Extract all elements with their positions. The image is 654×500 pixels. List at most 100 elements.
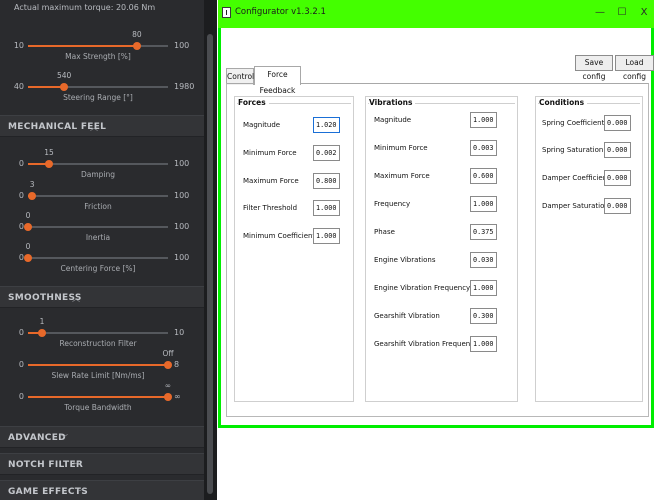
slider-track[interactable] xyxy=(24,254,168,262)
steering-range-slider[interactable]: 540 40 1980 Steering Range [°] xyxy=(0,71,204,105)
tab-force-feedback[interactable]: Force Feedback xyxy=(254,66,301,95)
vib-minimum-force-field[interactable] xyxy=(470,140,497,156)
slider-track[interactable] xyxy=(28,361,172,369)
slider-label: Max Strength [%] xyxy=(65,52,131,61)
slider-knob[interactable] xyxy=(132,42,141,50)
slider-track[interactable] xyxy=(28,160,168,168)
slider-knob[interactable] xyxy=(164,361,172,369)
panel-scrollbar[interactable] xyxy=(204,0,217,500)
vib-maximum-force-field[interactable] xyxy=(470,168,497,184)
field-label: Minimum Force xyxy=(374,144,428,152)
title-bar[interactable]: Configurator v1.3.2.1 — ☐ X xyxy=(218,0,654,28)
maximum-force-field[interactable] xyxy=(313,173,340,189)
slider-track[interactable] xyxy=(28,42,168,50)
max-strength-slider[interactable]: 80 10 100 Max Strength [%] xyxy=(0,30,204,64)
settings-panel: Actual maximum torque: 20.06 Nm 80 10 10… xyxy=(0,0,204,500)
slider-knob[interactable] xyxy=(28,192,37,200)
slider-max: 10 xyxy=(174,328,185,337)
field-label: Maximum Force xyxy=(243,177,299,185)
section-notch-filter[interactable]: NOTCH FILTER ﹀ xyxy=(0,453,204,475)
section-advanced[interactable]: ADVANCED ﹀ xyxy=(0,426,204,448)
field-label: Spring Saturation xyxy=(542,146,604,154)
engine-vibrations-field[interactable] xyxy=(470,252,497,268)
slider-label: Centering Force [%] xyxy=(60,264,136,273)
field-label: Filter Threshold xyxy=(243,204,298,212)
slider-knob[interactable] xyxy=(38,329,46,337)
group-title: Vibrations xyxy=(369,98,416,107)
slider-max: 1980 xyxy=(174,82,195,91)
scrollbar-thumb[interactable] xyxy=(207,34,213,494)
slider-track[interactable] xyxy=(28,393,172,401)
slider-label: Torque Bandwidth xyxy=(64,403,132,412)
spring-saturation-field[interactable] xyxy=(604,142,631,158)
gearshift-vibration-frequency-row: Gearshift Vibration Frequency xyxy=(374,336,508,352)
slider-value: 15 xyxy=(44,148,54,157)
section-smoothness[interactable]: SMOOTHNESS ︿ xyxy=(0,286,204,308)
slider-value: 3 xyxy=(29,180,35,189)
field-label: Maximum Force xyxy=(374,172,430,180)
field-label: Engine Vibrations xyxy=(374,256,436,264)
maximize-button[interactable]: ☐ xyxy=(613,5,631,21)
slider-max: 100 xyxy=(174,41,190,50)
slider-min: 0 xyxy=(18,253,24,262)
damper-saturation-field[interactable] xyxy=(604,198,631,214)
phase-field[interactable] xyxy=(470,224,497,240)
spring-coefficient-field[interactable] xyxy=(604,115,631,131)
slider-value: ∞ xyxy=(164,381,172,390)
centering-force-slider[interactable]: 0 0 100 Centering Force [%] xyxy=(0,242,204,276)
slew-rate-limit-slider[interactable]: Off 0 8 Slew Rate Limit [Nm/ms] xyxy=(0,349,204,383)
slider-max: 8 xyxy=(174,360,180,369)
filter-threshold-field[interactable] xyxy=(313,200,340,216)
minimum-coefficient-field[interactable] xyxy=(313,228,340,244)
slider-track[interactable] xyxy=(28,329,168,337)
damping-slider[interactable]: 15 0 100 Damping xyxy=(0,148,204,182)
slider-label: Inertia xyxy=(85,233,111,242)
damper-coefficient-field[interactable] xyxy=(604,170,631,186)
torque-bandwidth-slider[interactable]: ∞ 0 ∞ Torque Bandwidth xyxy=(0,381,204,415)
friction-slider[interactable]: 3 0 100 Friction xyxy=(0,180,204,214)
slider-label: Damping xyxy=(80,170,116,179)
gearshift-vibration-field[interactable] xyxy=(470,308,497,324)
section-mechanical-feel[interactable]: MECHANICAL FEEL ︿ xyxy=(0,115,204,137)
slider-max: 100 xyxy=(174,253,190,262)
damper-coefficient-row: Damper Coefficient xyxy=(542,170,637,186)
engine-vibration-frequency-field[interactable] xyxy=(470,280,497,296)
slider-max: 100 xyxy=(174,159,190,168)
minimize-button[interactable]: — xyxy=(591,5,609,21)
reconstruction-filter-slider[interactable]: 1 0 10 Reconstruction Filter xyxy=(0,317,204,351)
load-config-button[interactable]: Load config xyxy=(615,55,654,81)
conditions-group: Conditions Spring Coefficient Spring Sat… xyxy=(535,96,643,402)
slider-label: Steering Range [°] xyxy=(63,93,133,102)
field-label: Minimum Force xyxy=(243,149,297,157)
slider-value: 540 xyxy=(56,71,72,80)
frequency-row: Frequency xyxy=(374,196,508,212)
window-title: Configurator v1.3.2.1 xyxy=(235,7,326,17)
slider-knob[interactable] xyxy=(45,160,53,168)
slider-min: 40 xyxy=(13,82,24,91)
minimum-force-field[interactable] xyxy=(313,145,340,161)
magnitude-row: Magnitude xyxy=(243,117,343,133)
section-game-effects[interactable]: GAME EFFECTS ﹀ xyxy=(0,480,204,500)
slider-track[interactable] xyxy=(28,192,168,200)
minimum-coefficient-row: Minimum Coefficient xyxy=(243,228,343,244)
slider-knob[interactable] xyxy=(24,254,32,262)
chevron-down-icon: ﹀ xyxy=(60,434,68,443)
field-label: Engine Vibration Frequency xyxy=(374,284,471,292)
slider-track[interactable] xyxy=(28,83,168,91)
gearshift-vibration-frequency-field[interactable] xyxy=(470,336,497,352)
magnitude-field[interactable] xyxy=(313,117,340,133)
slider-knob[interactable] xyxy=(164,393,172,401)
chevron-up-icon: ︿ xyxy=(90,123,98,132)
inertia-slider[interactable]: 0 0 100 Inertia xyxy=(0,211,204,245)
field-label: Phase xyxy=(374,228,395,236)
group-title: Conditions xyxy=(539,98,588,107)
slider-knob[interactable] xyxy=(60,83,69,91)
maximum-force-row: Maximum Force xyxy=(243,173,343,189)
vib-magnitude-field[interactable] xyxy=(470,112,497,128)
slider-track[interactable] xyxy=(24,223,168,231)
slider-knob[interactable] xyxy=(24,223,32,231)
frequency-field[interactable] xyxy=(470,196,497,212)
spring-coefficient-row: Spring Coefficient xyxy=(542,115,637,131)
close-button[interactable]: X xyxy=(635,5,653,21)
save-config-button[interactable]: Save config xyxy=(575,55,613,81)
